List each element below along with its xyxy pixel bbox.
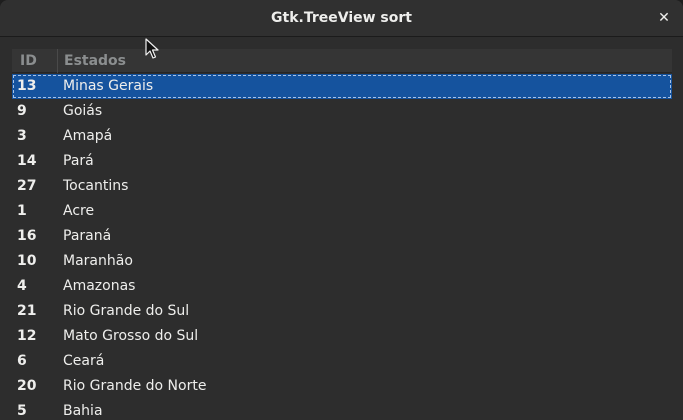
cell-estado: Maranhão [63, 253, 133, 269]
cell-estado: Amapá [63, 128, 113, 144]
table-row[interactable]: 20 Rio Grande do Norte [12, 374, 672, 399]
table-row[interactable]: 6 Ceará [12, 349, 672, 374]
table-row[interactable]: 3 Amapá [12, 124, 672, 149]
table-row[interactable]: 5 Bahia [12, 399, 672, 420]
cell-estado: Goiás [63, 103, 103, 119]
cell-estado: Amazonas [63, 278, 136, 294]
cell-estado: Tocantins [63, 178, 129, 194]
cell-id: 21 [17, 303, 37, 319]
title-bar[interactable]: Gtk.TreeView sort ✕ [0, 0, 683, 37]
cell-id: 16 [17, 228, 37, 244]
cell-id: 14 [17, 153, 37, 169]
cell-id: 27 [17, 178, 37, 194]
table-row[interactable]: 21 Rio Grande do Sul [12, 299, 672, 324]
column-header-estados[interactable]: Estados [58, 49, 672, 73]
table-row[interactable]: 4 Amazonas [12, 274, 672, 299]
cell-id: 3 [17, 128, 27, 144]
table-row[interactable]: 14 Pará [12, 149, 672, 174]
cell-id: 4 [17, 278, 27, 294]
cell-id: 6 [17, 353, 27, 369]
cell-estado: Pará [63, 153, 94, 169]
cell-id: 13 [17, 78, 37, 94]
table-row[interactable]: 9 Goiás [12, 99, 672, 124]
table-row[interactable]: 27 Tocantins [12, 174, 672, 199]
cell-id: 10 [17, 253, 37, 269]
cell-id: 12 [17, 328, 37, 344]
table-row[interactable]: 16 Paraná [12, 224, 672, 249]
cell-estado: Rio Grande do Sul [63, 303, 190, 319]
cell-estado: Paraná [63, 228, 112, 244]
cell-estado: Rio Grande do Norte [63, 378, 207, 394]
cell-id: 1 [17, 203, 27, 219]
table-row[interactable]: 1 Acre [12, 199, 672, 224]
table-row[interactable]: 13 Minas Gerais [12, 74, 672, 99]
cell-estado: Acre [63, 203, 95, 219]
cell-estado: Mato Grosso do Sul [63, 328, 199, 344]
cell-estado: Minas Gerais [63, 78, 154, 94]
tree-rows: 13 Minas Gerais 9 Goiás 3 Amapá 14 Pará 27 Tocant… [12, 74, 672, 420]
window-title: Gtk.TreeView sort [271, 10, 412, 26]
cell-id: 5 [17, 403, 27, 419]
cell-id: 9 [17, 103, 27, 119]
cell-estado: Ceará [63, 353, 105, 369]
column-header-id[interactable]: ID [12, 49, 58, 73]
close-icon[interactable]: ✕ [653, 7, 675, 29]
cell-estado: Bahia [63, 403, 103, 419]
app-window: Gtk.TreeView sort ✕ ID Estados 13 Minas G… [0, 0, 683, 420]
tree-header: ID Estados [12, 49, 672, 73]
table-row[interactable]: 10 Maranhão [12, 249, 672, 274]
cell-id: 20 [17, 378, 37, 394]
table-row[interactable]: 12 Mato Grosso do Sul [12, 324, 672, 349]
tree-view[interactable]: ID Estados 13 Minas Gerais 9 Goiás 3 Amapá 14 P… [12, 49, 672, 420]
window-content: ID Estados 13 Minas Gerais 9 Goiás 3 Amapá 14 P… [0, 38, 683, 420]
